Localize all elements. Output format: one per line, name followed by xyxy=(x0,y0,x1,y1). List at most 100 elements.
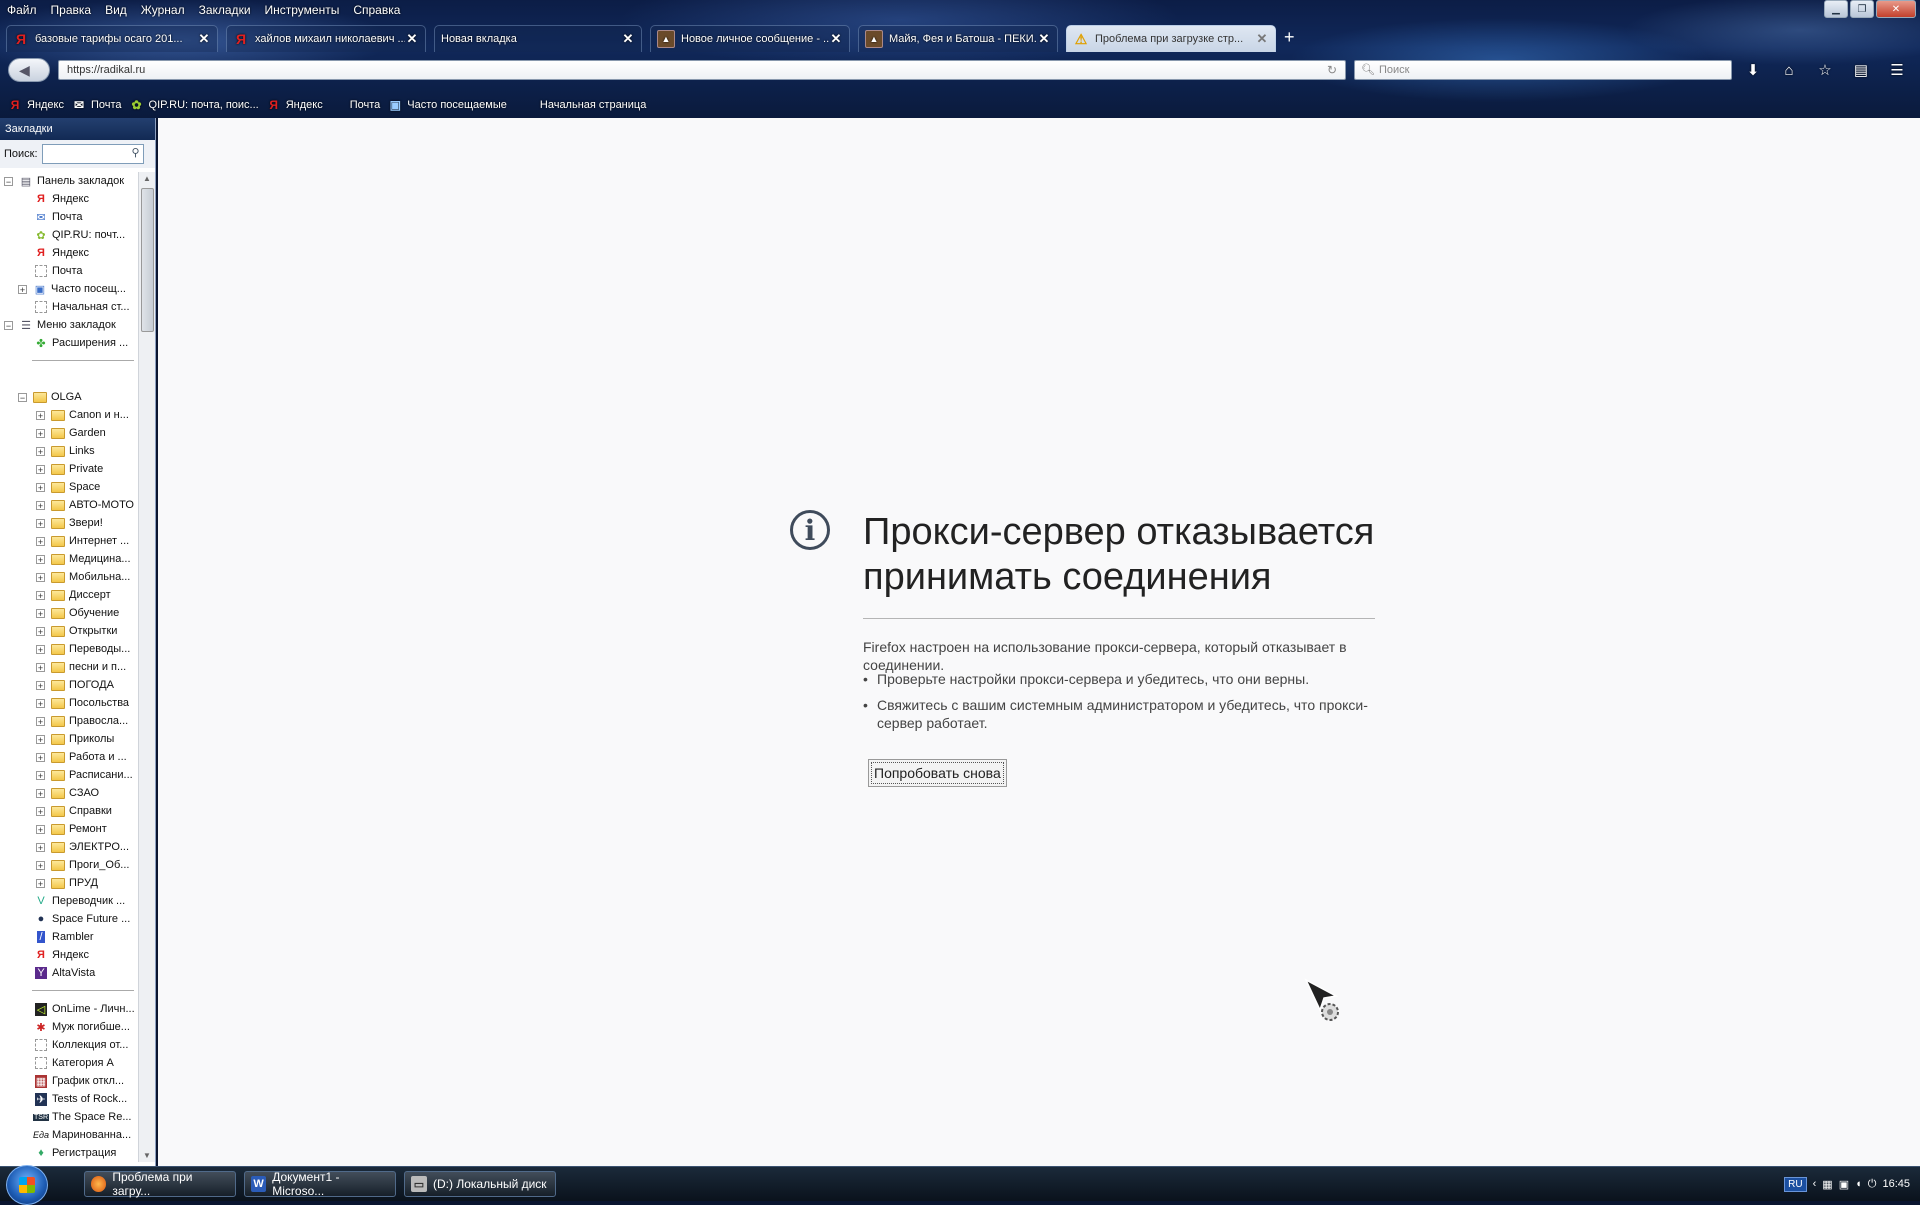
bookmark-link[interactable]: Y AltaVista xyxy=(34,964,95,982)
scroll-up-icon[interactable]: ▲ xyxy=(143,174,151,183)
bookmark-folder[interactable]: + Интернет ... xyxy=(36,532,129,550)
expand-icon[interactable]: + xyxy=(36,590,45,600)
bookmark-link[interactable]: TSR The Space Re... xyxy=(33,1108,132,1126)
bookmark-tree-item[interactable]: − ☰ Меню закладок xyxy=(4,316,116,334)
bookmark-mail-2[interactable]: Почта xyxy=(331,98,381,112)
bookmark-folder[interactable]: + Правосла... xyxy=(36,712,128,730)
bookmark-tree-item[interactable]: − ▤ Панель закладок xyxy=(4,172,124,190)
bookmark-mail[interactable]: ✉ Почта xyxy=(72,98,122,112)
bookmark-folder[interactable]: + ЭЛЕКТРО... xyxy=(36,838,129,856)
close-icon[interactable]: ✕ xyxy=(829,31,843,47)
bookmark-folder[interactable]: + песни и п... xyxy=(36,658,126,676)
bookmark-qip[interactable]: ✿ QIP.RU: почта, поис... xyxy=(130,98,259,112)
bookmark-tree-item[interactable]: ✉ Почта xyxy=(34,208,82,226)
bookmark-link[interactable]: Я Яндекс xyxy=(34,946,89,964)
home-icon[interactable]: ⌂ xyxy=(1778,60,1800,80)
bookmark-folder[interactable]: + Private xyxy=(36,460,103,478)
bookmark-link[interactable]: Коллекция от... xyxy=(34,1036,128,1054)
bookmark-tree-item[interactable]: + ▣ Часто посещ... xyxy=(18,280,126,298)
network-icon[interactable]: ▦ xyxy=(1822,1178,1832,1191)
bookmark-folder[interactable]: + Расписани... xyxy=(36,766,133,784)
menu-bookmarks[interactable]: Закладки xyxy=(192,3,258,17)
bookmark-folder[interactable]: + АВТО-МОТО xyxy=(36,496,134,514)
clock[interactable]: 16:45 xyxy=(1882,1178,1910,1190)
bookmark-tree-item[interactable]: Почта xyxy=(34,262,83,280)
expand-icon[interactable]: + xyxy=(36,680,45,690)
search-input[interactable]: 🔍︎ Поиск xyxy=(1354,60,1732,80)
scroll-down-icon[interactable]: ▼ xyxy=(143,1151,151,1160)
taskbar-drive[interactable]: ▭ (D:) Локальный диск xyxy=(404,1171,556,1197)
bookmark-folder[interactable]: + Canon и н... xyxy=(36,406,129,424)
volume-icon[interactable]: ◖ xyxy=(1855,1178,1862,1190)
tab-new-message[interactable]: ▲ Новое личное сообщение - ... ✕ xyxy=(650,25,850,52)
expand-icon[interactable]: + xyxy=(36,662,45,672)
back-button[interactable]: ◀ xyxy=(8,58,50,82)
bookmark-folder[interactable]: + Медицина... xyxy=(36,550,131,568)
bookmark-folder[interactable]: + Ремонт xyxy=(36,820,107,838)
bookmark-home-page[interactable]: Начальная страница xyxy=(521,98,646,112)
menu-view[interactable]: Вид xyxy=(98,3,134,17)
collapse-icon[interactable]: − xyxy=(18,392,27,402)
collapse-icon[interactable]: − xyxy=(4,176,13,186)
menu-history[interactable]: Журнал xyxy=(134,3,192,17)
bookmark-folder[interactable]: + Space xyxy=(36,478,100,496)
close-icon[interactable]: ✕ xyxy=(1255,31,1269,47)
bookmark-folder[interactable]: + Проги_Об... xyxy=(36,856,129,874)
expand-icon[interactable]: + xyxy=(36,770,45,780)
expand-icon[interactable]: + xyxy=(36,446,45,456)
expand-icon[interactable]: + xyxy=(36,716,45,726)
close-icon[interactable]: ✕ xyxy=(197,31,211,47)
bookmark-folder-olga[interactable]: − OLGA xyxy=(18,388,82,406)
power-icon[interactable]: ⏻ xyxy=(1868,1178,1877,1191)
expand-icon[interactable]: + xyxy=(36,464,45,474)
bookmark-link[interactable]: Eда Маринованна... xyxy=(33,1126,131,1144)
expand-icon[interactable]: + xyxy=(36,536,45,546)
tab-khailov[interactable]: Я хайлов михаил николаевич ... ✕ xyxy=(226,25,426,52)
bookmark-folder[interactable]: + ПРУД xyxy=(36,874,98,892)
bookmark-folder[interactable]: + Links xyxy=(36,442,95,460)
bookmark-folder[interactable]: + Garden xyxy=(36,424,106,442)
expand-icon[interactable]: + xyxy=(36,518,45,528)
bookmark-yandex[interactable]: Я Яндекс xyxy=(8,98,64,112)
menu-help[interactable]: Справка xyxy=(346,3,407,17)
tab-osago[interactable]: Я базовые тарифы осаго 201... ✕ xyxy=(6,25,218,52)
menu-hamburger-icon[interactable]: ☰ xyxy=(1886,60,1908,80)
bookmark-link[interactable]: ◁ OnLime - Личн... xyxy=(34,1000,135,1018)
reading-list-icon[interactable]: ▤ xyxy=(1850,60,1872,80)
expand-icon[interactable]: + xyxy=(36,428,45,438)
sidebar-scrollbar[interactable]: ▲ ▼ xyxy=(138,172,155,1162)
show-hidden-icons-icon[interactable]: ‹ xyxy=(1813,1178,1817,1190)
expand-icon[interactable]: + xyxy=(36,842,45,852)
tab-maya[interactable]: ▲ Майя, Фея и Батоша - ПЕКИ... ✕ xyxy=(858,25,1058,52)
bookmark-folder[interactable]: + ПОГОДА xyxy=(36,676,114,694)
expand-icon[interactable]: + xyxy=(36,788,45,798)
bookmark-folder[interactable]: + Посольства xyxy=(36,694,129,712)
expand-icon[interactable]: + xyxy=(18,284,27,294)
bookmark-tree-item[interactable]: Начальная ст... xyxy=(34,298,130,316)
expand-icon[interactable]: + xyxy=(36,608,45,618)
expand-icon[interactable]: + xyxy=(36,806,45,816)
bookmark-frequent[interactable]: ▣ Часто посещаемые xyxy=(388,98,507,112)
expand-icon[interactable]: + xyxy=(36,644,45,654)
bookmark-yandex-2[interactable]: Я Яндекс xyxy=(267,98,322,112)
close-icon[interactable]: ✕ xyxy=(1037,31,1051,47)
expand-icon[interactable]: + xyxy=(36,572,45,582)
bookmark-folder[interactable]: + Открытки xyxy=(36,622,117,640)
expand-icon[interactable]: + xyxy=(36,626,45,636)
bookmark-folder[interactable]: + СЗАО xyxy=(36,784,99,802)
scrollbar-thumb[interactable] xyxy=(141,188,154,332)
bookmark-tree-item[interactable]: Я Яндекс xyxy=(34,244,89,262)
minimize-button[interactable]: ▁ xyxy=(1824,0,1848,18)
expand-icon[interactable]: + xyxy=(36,752,45,762)
bookmark-tree-item[interactable]: Я Яндекс xyxy=(34,190,89,208)
bookmark-folder[interactable]: + Мобильна... xyxy=(36,568,130,586)
expand-icon[interactable]: + xyxy=(36,500,45,510)
reload-icon[interactable]: ↻ xyxy=(1327,61,1337,79)
bookmark-link[interactable]: ♦ Регистрация xyxy=(34,1144,116,1162)
collapse-icon[interactable]: − xyxy=(4,320,13,330)
bookmark-tree-item[interactable]: ✤ Расширения ... xyxy=(34,334,128,352)
window-close-button[interactable]: ✕ xyxy=(1876,0,1916,18)
bookmark-tree-item[interactable]: ✿ QIP.RU: почт... xyxy=(34,226,125,244)
start-button[interactable] xyxy=(6,1165,48,1205)
bookmark-folder[interactable]: + Звери! xyxy=(36,514,103,532)
